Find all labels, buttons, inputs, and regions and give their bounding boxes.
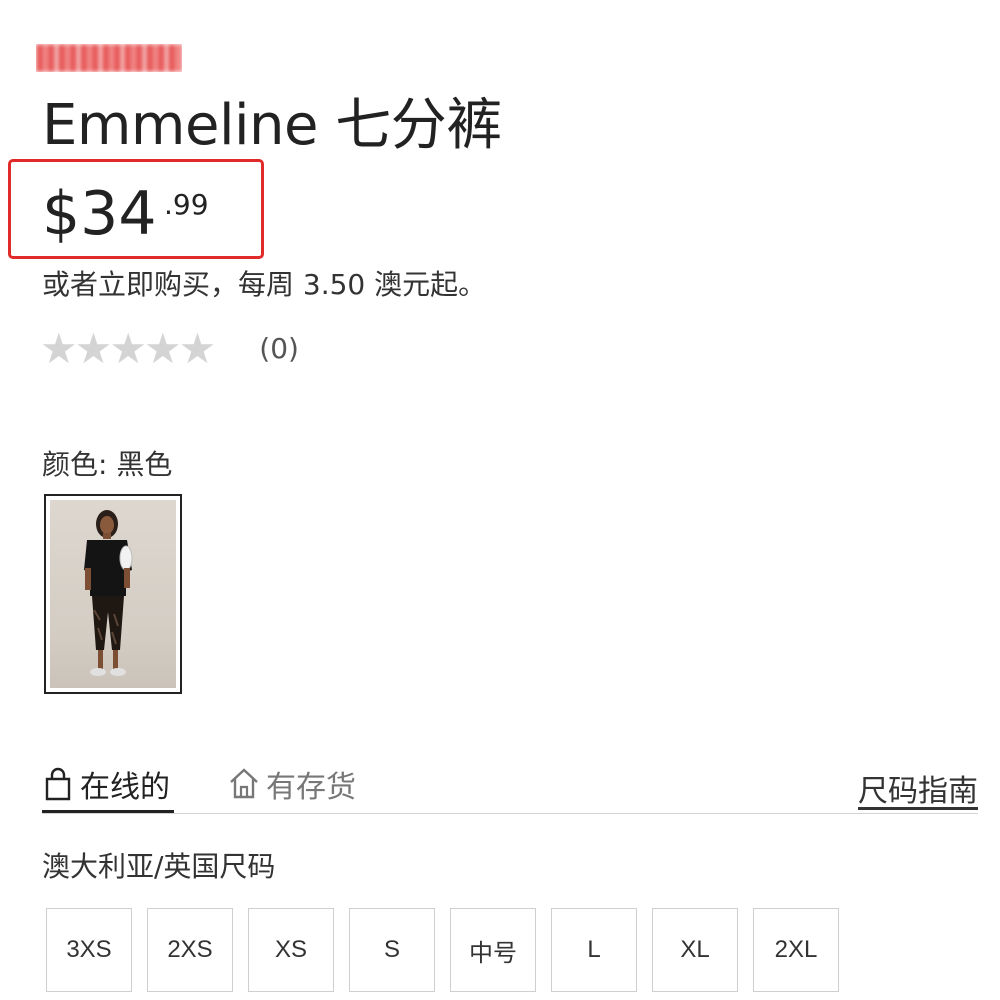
tab-online-label: 在线的 bbox=[80, 770, 170, 805]
tab-in-stock[interactable]: 有存货 bbox=[228, 756, 356, 812]
star-icon: ★ bbox=[109, 324, 147, 373]
star-icon: ★ bbox=[178, 324, 217, 373]
tab-in-stock-label: 有存货 bbox=[266, 770, 356, 805]
size-button[interactable]: S bbox=[349, 908, 435, 992]
star-icon: ★ bbox=[143, 324, 182, 373]
color-swatch-black[interactable] bbox=[44, 494, 182, 694]
star-icon: ★ bbox=[40, 324, 78, 373]
size-button[interactable]: 2XS bbox=[147, 908, 233, 992]
size-button[interactable]: XS bbox=[248, 908, 334, 992]
review-count[interactable]: (0) bbox=[259, 326, 299, 372]
size-button[interactable]: XL bbox=[652, 908, 738, 992]
model-illustration bbox=[84, 510, 133, 676]
size-button[interactable]: 中号 bbox=[450, 908, 536, 992]
store-icon bbox=[230, 768, 258, 799]
product-thumbnail-image bbox=[50, 500, 176, 688]
rating-row[interactable]: ★ ★ ★ ★ ★ (0) bbox=[40, 326, 299, 372]
star-icon: ★ bbox=[74, 324, 113, 373]
shopping-bag-icon bbox=[45, 767, 71, 801]
price-main: $34 bbox=[42, 179, 157, 249]
product-title: Emmeline 七分裤 bbox=[42, 93, 502, 158]
tabs-divider bbox=[42, 813, 978, 814]
size-button[interactable]: 2XL bbox=[753, 908, 839, 992]
fulfillment-tabs: 在线的 有存货 尺码指南 bbox=[42, 756, 978, 816]
installment-text: 或者立即购买，每周 3.50 澳元起。 bbox=[42, 268, 487, 301]
price-cents: .99 bbox=[164, 188, 209, 221]
size-button[interactable]: L bbox=[551, 908, 637, 992]
color-label: 颜色: 黑色 bbox=[42, 448, 173, 481]
brand-logo[interactable] bbox=[36, 44, 182, 72]
size-system-label: 澳大利亚/英国尺码 bbox=[42, 850, 276, 883]
tab-online[interactable]: 在线的 bbox=[42, 756, 170, 812]
size-button[interactable]: 3XS bbox=[46, 908, 132, 992]
size-guide-link[interactable]: 尺码指南 bbox=[858, 766, 978, 810]
brand-logo-mark bbox=[36, 44, 182, 72]
